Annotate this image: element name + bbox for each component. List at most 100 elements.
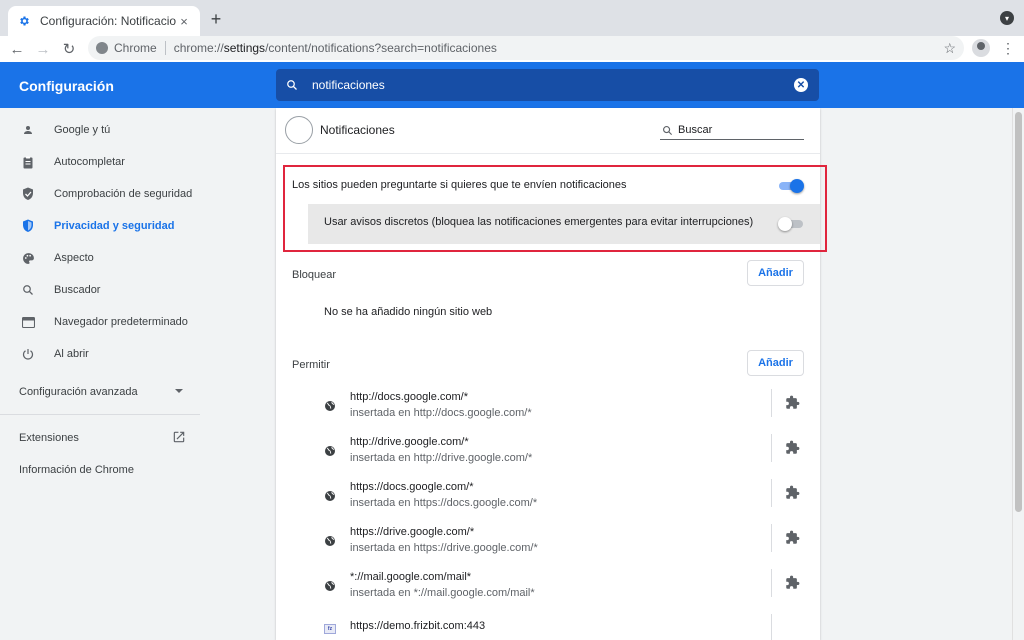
search-icon (276, 79, 308, 91)
allowed-site-row[interactable]: http://docs.google.com/* insertada en ht… (276, 389, 820, 434)
profile-avatar[interactable] (972, 39, 990, 57)
new-tab-button[interactable]: + (206, 9, 226, 29)
extension-puzzle-icon[interactable] (785, 440, 801, 456)
extension-puzzle-icon[interactable] (785, 530, 801, 546)
sidebar-item-default-browser[interactable]: Navegador predeterminado (0, 306, 200, 338)
allowed-site-row[interactable]: fz https://demo.frizbit.com:443 (276, 614, 820, 640)
card-search-placeholder: Buscar (678, 123, 713, 136)
sidebar-advanced[interactable]: Configuración avanzada (19, 386, 187, 398)
bookmark-star-icon[interactable]: ☆ (943, 40, 956, 57)
site-label: Chrome (114, 41, 157, 55)
block-empty-message: No se ha añadido ningún sitio web (324, 306, 493, 318)
app-title: Configuración (19, 78, 114, 94)
row-divider (771, 434, 772, 462)
sidebar-item-label: Navegador predeterminado (54, 316, 188, 328)
chevron-down-icon (175, 389, 183, 393)
url-rest: /content/notifications?search=notificaci… (265, 41, 497, 55)
site-origin: https://docs.google.com/* (350, 481, 474, 493)
sidebar-item-search-engine[interactable]: Buscador (0, 274, 200, 306)
power-icon (21, 347, 35, 361)
block-section-label: Bloquear (292, 269, 337, 281)
site-embedded: insertada en https://docs.google.com/* (350, 497, 538, 509)
highlight-frame (283, 165, 827, 252)
extension-puzzle-icon[interactable] (785, 485, 801, 501)
tab-search-icon[interactable]: ▾ (1000, 11, 1014, 25)
site-origin: http://drive.google.com/* (350, 436, 469, 448)
open-in-new-icon[interactable] (172, 430, 186, 444)
globe-icon (324, 400, 336, 412)
url-host: chrome:// (173, 41, 224, 55)
site-embedded: insertada en http://docs.google.com/* (350, 407, 532, 419)
page-scrollbar[interactable] (1012, 108, 1024, 640)
back-button[interactable]: ← (5, 37, 29, 61)
add-block-button[interactable]: Añadir (747, 260, 804, 286)
row-divider (771, 614, 772, 640)
browser-icon (21, 315, 35, 329)
globe-icon (324, 490, 336, 502)
extension-puzzle-icon[interactable] (785, 575, 801, 591)
close-tab-icon[interactable]: × (176, 13, 192, 29)
tab-strip: Configuración: Notificaciones × + ▾ (0, 0, 1024, 36)
url-text[interactable]: chrome://settings/content/notifications?… (174, 41, 497, 55)
settings-header: Configuración notificaciones ✕ (0, 62, 1024, 108)
row-divider (771, 524, 772, 552)
sidebar-item-google[interactable]: Google y tú (0, 114, 200, 146)
address-bar[interactable]: Chrome chrome://settings/content/notific… (88, 36, 964, 60)
tab-settings[interactable]: Configuración: Notificaciones × (8, 6, 200, 36)
palette-icon (21, 251, 35, 265)
site-origin: *://mail.google.com/mail* (350, 571, 472, 583)
back-arrow-button[interactable] (285, 116, 313, 144)
menu-icon[interactable]: ⋮ (1000, 39, 1016, 57)
sidebar-advanced-label: Configuración avanzada (19, 386, 138, 398)
settings-search[interactable]: notificaciones ✕ (276, 69, 819, 101)
sidebar-item-extensions[interactable]: Extensiones (19, 432, 79, 444)
sidebar-divider (0, 414, 200, 415)
card-header: Notificaciones Buscar (276, 108, 820, 154)
clipboard-icon (21, 155, 35, 169)
sidebar: Google y tú Autocompletar Comprobación d… (0, 108, 200, 640)
row-divider (771, 479, 772, 507)
add-allow-button[interactable]: Añadir (747, 350, 804, 376)
clear-search-icon[interactable]: ✕ (794, 78, 808, 92)
forward-button[interactable]: → (31, 37, 55, 61)
sidebar-item-label: Aspecto (54, 252, 94, 264)
omnibox-divider (164, 41, 166, 55)
tab-title: Configuración: Notificaciones (40, 14, 176, 28)
site-info[interactable]: Chrome (96, 41, 157, 55)
allowed-site-row[interactable]: https://drive.google.com/* insertada en … (276, 524, 820, 569)
reload-button[interactable]: ↻ (57, 37, 81, 61)
site-origin: http://docs.google.com/* (350, 391, 469, 403)
sidebar-item-about[interactable]: Información de Chrome (19, 464, 134, 476)
site-embedded: insertada en *://mail.google.com/mail* (350, 587, 535, 599)
sidebar-item-label: Autocompletar (54, 156, 125, 168)
card-search-field[interactable]: Buscar (660, 120, 804, 140)
row-divider (771, 389, 772, 417)
sidebar-item-safety-check[interactable]: Comprobación de seguridad (0, 178, 200, 210)
shield-icon (21, 219, 35, 233)
scrollbar-thumb[interactable] (1015, 112, 1022, 512)
sidebar-item-appearance[interactable]: Aspecto (0, 242, 200, 274)
site-origin: https://drive.google.com/* (350, 526, 475, 538)
allowed-site-row[interactable]: https://docs.google.com/* insertada en h… (276, 479, 820, 524)
site-origin: https://demo.frizbit.com:443 (350, 620, 486, 632)
sidebar-item-autofill[interactable]: Autocompletar (0, 146, 200, 178)
person-icon (21, 123, 35, 137)
sidebar-item-on-startup[interactable]: Al abrir (0, 338, 200, 370)
sidebar-item-label: Google y tú (54, 124, 111, 136)
sidebar-item-privacy[interactable]: Privacidad y seguridad (0, 210, 200, 242)
search-icon (662, 124, 674, 136)
browser-toolbar: ← → ↻ Chrome chrome://settings/content/n… (0, 36, 1024, 62)
sidebar-item-label: Buscador (54, 284, 101, 296)
extension-puzzle-icon[interactable] (785, 395, 801, 411)
row-divider (771, 569, 772, 597)
site-embedded: insertada en https://drive.google.com/* (350, 542, 538, 554)
allowed-site-row[interactable]: *://mail.google.com/mail* insertada en *… (276, 569, 820, 614)
settings-search-input[interactable]: notificaciones (312, 78, 794, 92)
frizbit-favicon: fz (324, 624, 336, 634)
globe-icon (324, 445, 336, 457)
shield-check-icon (21, 187, 35, 201)
sidebar-item-label: Privacidad y seguridad (54, 220, 175, 232)
globe-icon (324, 535, 336, 547)
chrome-icon (96, 42, 108, 54)
allowed-site-row[interactable]: http://drive.google.com/* insertada en h… (276, 434, 820, 479)
